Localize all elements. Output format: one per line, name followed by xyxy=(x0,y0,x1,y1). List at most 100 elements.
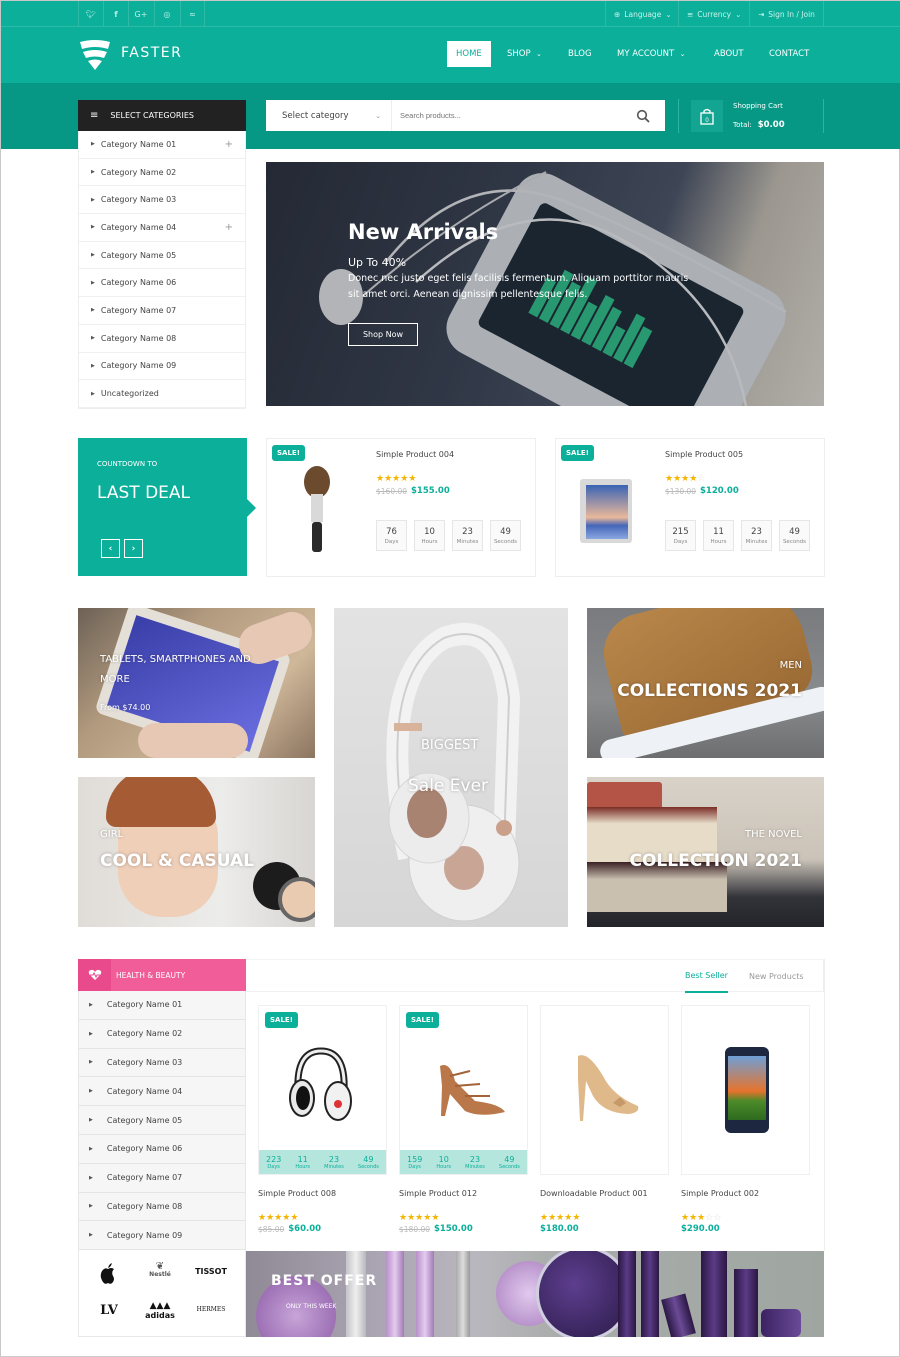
category-label: Category Name 02 xyxy=(106,1029,183,1039)
category-item[interactable]: ▶ Category Name 02 xyxy=(79,159,245,187)
tab-new-products[interactable]: New Products xyxy=(749,960,804,993)
category-label: Uncategorized xyxy=(100,389,159,399)
caret-right-icon: ▶ xyxy=(91,362,95,369)
mascara-image xyxy=(641,1251,659,1337)
search-input[interactable] xyxy=(392,100,632,131)
nav-about[interactable]: ABOUT xyxy=(705,41,753,67)
category-item[interactable]: ▶ Category Name 03 xyxy=(79,186,245,215)
caret-right-icon: ▶ xyxy=(89,1088,93,1095)
best-offer-banner[interactable]: BEST OFFER ONLY THIS WEEK xyxy=(246,1251,824,1337)
language-dropdown[interactable]: ⊕ Language ⌄ xyxy=(605,1,680,27)
product-card[interactable] xyxy=(540,1005,669,1175)
product-card[interactable]: SALE! 159 Days 10 Hours 23 Minutes 49 Seconds xyxy=(399,1005,528,1175)
apple-logo-icon[interactable] xyxy=(98,1263,118,1286)
shop-now-button[interactable]: Shop Now xyxy=(348,323,418,346)
men-collection-banner[interactable]: MEN COLLECTIONS 2021 xyxy=(587,608,824,758)
cart-button[interactable]: 0 xyxy=(691,100,723,132)
plus-icon[interactable]: + xyxy=(225,139,233,150)
category-item[interactable]: ▶ Uncategorized xyxy=(79,380,245,408)
category-item[interactable]: ▶ Category Name 05 xyxy=(79,242,245,270)
hero-text-line2: sit amet orci. Aenean dignissim pellente… xyxy=(348,289,588,300)
brand-name: TISSOT xyxy=(195,1267,227,1276)
tissot-logo[interactable]: TISSOT xyxy=(194,1267,228,1276)
category-item[interactable]: ▶ Category Name 06 xyxy=(79,269,245,298)
caret-right-icon: ▶ xyxy=(91,196,95,203)
banner-title-line2: MORE xyxy=(100,674,130,685)
instagram-icon[interactable]: ◎ xyxy=(154,1,179,27)
star-filled-icon: ★ xyxy=(266,1213,275,1223)
deal-title: LAST DEAL xyxy=(97,483,191,503)
plus-icon[interactable]: + xyxy=(225,222,233,233)
countdown-label: Seconds xyxy=(357,1163,379,1170)
health-category-item[interactable]: ▶ Category Name 08 xyxy=(79,1192,245,1222)
twitter-icon[interactable]: 🐦︎ xyxy=(78,1,103,27)
health-category-item[interactable]: ▶ Category Name 05 xyxy=(79,1106,245,1135)
nav-my-account[interactable]: MY ACCOUNT ⌄ xyxy=(608,41,695,67)
product-name[interactable]: Downloadable Product 001 xyxy=(540,1189,648,1198)
product-name[interactable]: Simple Product 008 xyxy=(258,1189,336,1198)
banner-title: COOL & CASUAL xyxy=(100,851,255,871)
health-category-item[interactable]: ▶ Category Name 03 xyxy=(79,1048,245,1078)
health-category-item[interactable]: ▶ Category Name 01 xyxy=(79,991,245,1020)
tab-best-seller[interactable]: Best Seller xyxy=(685,960,728,993)
tablets-banner[interactable]: TABLETS, SMARTPHONES AND MORE From $74.0… xyxy=(78,608,315,758)
novel-collection-banner[interactable]: THE NOVEL COLLECTION 2021 xyxy=(587,777,824,927)
signin-link[interactable]: ⇥ Sign In / Join xyxy=(749,1,824,27)
deal-product-card[interactable]: SALE! Simple Product 005 ★★★★☆ $130.00 $120.… xyxy=(555,438,825,577)
select-categories-toggle[interactable]: ≡ SELECT CATEGORIES xyxy=(78,100,246,131)
hermes-logo[interactable]: HERMES xyxy=(193,1306,229,1313)
product-name[interactable]: Simple Product 004 xyxy=(376,450,454,459)
health-category-item[interactable]: ▶ Category Name 02 xyxy=(79,1019,245,1049)
health-category-item[interactable]: ▶ Category Name 04 xyxy=(79,1077,245,1107)
category-select-value: Select category xyxy=(282,110,349,121)
louis-vuitton-logo[interactable]: LV xyxy=(98,1303,120,1318)
search-form: Select category ⌄ xyxy=(266,100,665,131)
currency-dropdown[interactable]: ≡ Currency ⌄ xyxy=(678,1,749,27)
category-item[interactable]: ▶ Category Name 07 xyxy=(79,297,245,325)
countdown-unit: 11 Hours xyxy=(703,520,734,551)
google-plus-icon[interactable]: G+ xyxy=(128,1,153,27)
caret-right-icon: ▶ xyxy=(89,1059,93,1066)
logo-text[interactable]: FASTER xyxy=(121,45,182,61)
countdown-value: 223 xyxy=(266,1154,282,1164)
nestle-logo[interactable]: ❦ Nestlé xyxy=(147,1262,173,1279)
product-card[interactable]: SALE! 223 Days 11 Hours 23 Minutes 49 Seconds xyxy=(258,1005,387,1175)
category-item[interactable]: ▶ Category Name 01 + xyxy=(79,131,245,159)
deal-product-card[interactable]: SALE! Simple Product 004 ★★★★★ $160.00 $155.… xyxy=(266,438,536,577)
cart-total-value: $0.00 xyxy=(757,120,785,130)
countdown-label: Seconds xyxy=(782,538,807,545)
currency-label: Currency xyxy=(697,9,732,19)
health-beauty-header[interactable]: HEALTH & BEAUTY xyxy=(78,959,246,991)
prev-arrow-button[interactable]: ‹ xyxy=(101,539,120,558)
health-category-item[interactable]: ▶ Category Name 07 xyxy=(79,1163,245,1193)
nav-contact[interactable]: CONTACT xyxy=(760,41,818,67)
logo-icon[interactable] xyxy=(78,39,112,71)
facebook-icon[interactable]: f xyxy=(103,1,128,27)
product-card[interactable] xyxy=(681,1005,810,1175)
health-category-item[interactable]: ▶ Category Name 06 xyxy=(79,1134,245,1164)
nav-blog[interactable]: BLOG xyxy=(559,41,601,67)
countdown-timer: 159 Days 10 Hours 23 Minutes 49 Seconds xyxy=(400,1150,527,1174)
product-name[interactable]: Simple Product 002 xyxy=(681,1189,759,1198)
category-select[interactable]: Select category ⌄ xyxy=(266,100,392,131)
category-item[interactable]: ▶ Category Name 09 xyxy=(79,353,245,381)
product-name[interactable]: Simple Product 012 xyxy=(399,1189,477,1198)
sandal-product-image xyxy=(440,1065,505,1116)
brand-name: Nestlé xyxy=(149,1271,171,1278)
category-item[interactable]: ▶ Category Name 08 xyxy=(79,325,245,353)
rss-icon[interactable]: ≈ xyxy=(180,1,205,27)
adidas-logo[interactable]: ▲▲▲ adidas xyxy=(145,1301,175,1320)
hero-slider[interactable]: New Arrivals Up To 40% Donec nec justo e… xyxy=(266,162,824,406)
biggest-sale-banner[interactable]: BIGGEST Sale Ever xyxy=(334,608,568,927)
nav-home[interactable]: HOME xyxy=(447,41,491,67)
next-arrow-button[interactable]: › xyxy=(124,539,143,558)
health-category-item[interactable]: ▶ Category Name 09 xyxy=(79,1221,245,1251)
search-icon[interactable] xyxy=(636,109,650,123)
nav-shop[interactable]: SHOP ⌄ xyxy=(498,41,551,67)
countdown-value: 10 xyxy=(438,1154,449,1164)
product-name[interactable]: Simple Product 005 xyxy=(665,450,743,459)
sale-badge: SALE! xyxy=(272,445,305,461)
category-item[interactable]: ▶ Category Name 04 + xyxy=(79,214,245,242)
cart-title[interactable]: Shopping Cart xyxy=(733,102,783,110)
cool-casual-banner[interactable]: GIRL COOL & CASUAL xyxy=(78,777,315,927)
